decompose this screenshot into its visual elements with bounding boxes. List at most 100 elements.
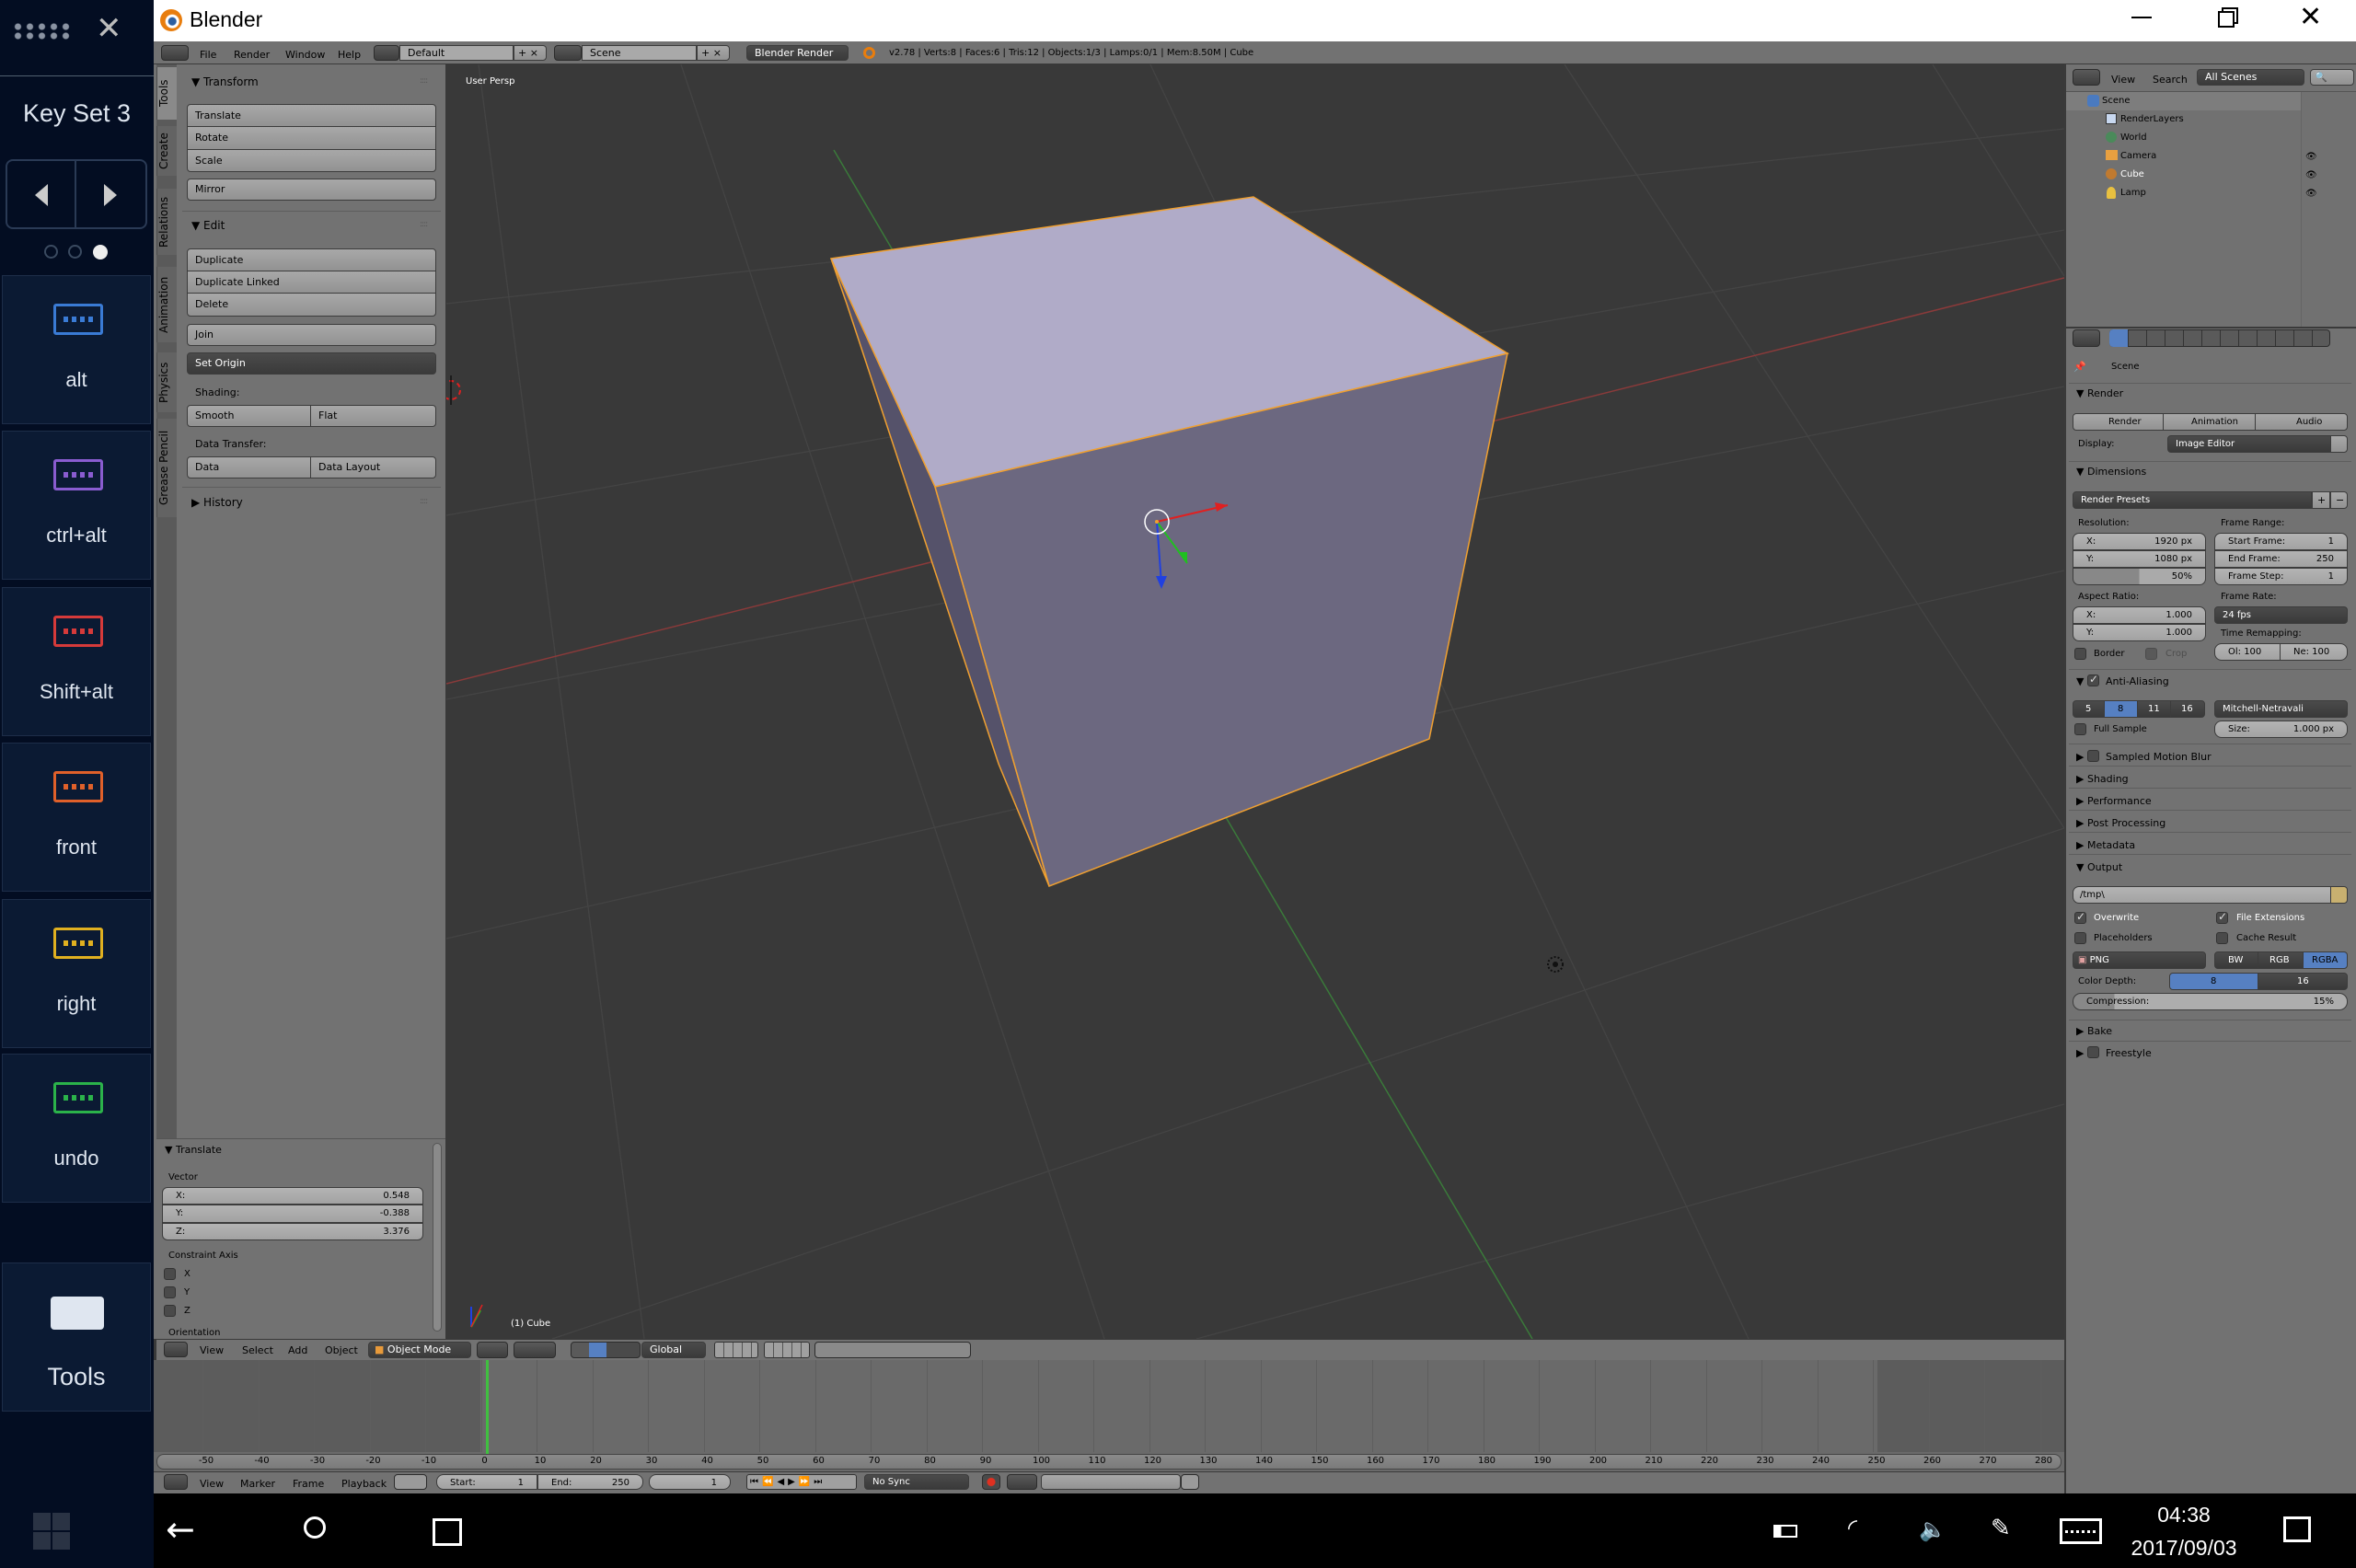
key-undo[interactable]: undo [2,1054,151,1203]
aa-filter-select[interactable]: Mitchell-Netravali [2214,700,2348,718]
battery-icon[interactable] [1773,1525,1797,1538]
output-panel-header[interactable]: ▼ Output [2076,861,2122,873]
color-mode-bw[interactable]: BW [2214,951,2258,969]
current-frame-field[interactable]: 1 [649,1474,731,1490]
file-extensions-checkbox[interactable] [2216,910,2228,924]
clock-date[interactable]: 2017/09/03 [2119,1536,2248,1561]
data-button[interactable]: Data [187,456,311,478]
audio-button[interactable]: Audio [2255,413,2348,431]
resolution-x-field[interactable]: X: 1920 px [2073,533,2206,550]
volume-icon[interactable]: 🔈 [1919,1516,1946,1542]
tab-grease-pencil[interactable]: Grease Pencil [156,419,177,517]
tab-create[interactable]: Create [156,126,177,176]
file-format-select[interactable]: ▣ PNG [2073,951,2206,969]
outliner-item-world[interactable]: World [2120,133,2147,143]
end-frame-field[interactable]: End: 250 [537,1474,643,1490]
frame-rate-select[interactable]: 24 fps [2214,606,2348,624]
color-mode-rgb[interactable]: RGB [2258,951,2304,969]
layout-icon[interactable] [374,45,399,61]
resolution-percentage-slider[interactable]: 50% [2073,568,2206,585]
vector-x-field[interactable]: X: 0.548 [162,1187,423,1205]
mirror-button[interactable]: Mirror [187,179,436,201]
data-layout-button[interactable]: Data Layout [310,456,436,478]
menu-view[interactable]: View [2111,74,2135,86]
tab-animation[interactable]: Animation [156,267,177,342]
record-button[interactable] [982,1474,1000,1490]
overwrite-checkbox[interactable] [2074,910,2086,924]
translate-panel-header[interactable]: ▼ Translate [165,1144,222,1156]
pivot-point-select[interactable] [514,1342,556,1358]
vector-y-field[interactable]: Y: -0.388 [162,1205,423,1223]
drag-grip-icon[interactable]: :::: [420,76,428,86]
menu-file[interactable]: File [200,49,216,61]
duplicate-linked-button[interactable]: Duplicate Linked [187,271,436,294]
key-alt[interactable]: alt [2,275,151,424]
layer-buttons[interactable] [714,1342,758,1358]
duplicate-button[interactable]: Duplicate [187,248,436,271]
motion-blur-panel-header[interactable]: ▶ [2076,751,2084,763]
color-mode-rgba[interactable]: RGBA [2303,951,2348,969]
layout-field[interactable]: Default [399,45,514,61]
animation-button[interactable]: Animation [2163,413,2256,431]
layout-add-remove[interactable]: + × [514,45,547,61]
color-depth-16[interactable]: 16 [2258,973,2348,990]
menu-help[interactable]: Help [338,49,361,61]
smooth-button[interactable]: Smooth [187,405,311,427]
manipulator-toggles[interactable] [571,1342,641,1358]
tab-relations[interactable]: Relations [156,189,177,255]
orientation-select[interactable]: Global [641,1342,706,1358]
border-checkbox[interactable] [2074,648,2086,660]
pen-icon[interactable]: ✎ [1991,1515,2011,1542]
playback-controls[interactable]: ⏮⏪◀▶⏩⏭ [746,1474,857,1490]
render-engine-select[interactable]: Blender Render [746,45,849,61]
drag-grip-icon[interactable]: :::: [420,497,428,506]
prev-set-button[interactable] [6,159,76,229]
3d-cursor-icon[interactable] [446,375,461,405]
cache-result-checkbox[interactable] [2216,932,2228,944]
start-frame-field[interactable]: Start: 1 [436,1474,537,1490]
next-set-button[interactable] [76,159,147,229]
restore-icon[interactable] [2218,11,2235,28]
editor-type-timeline-icon[interactable] [164,1474,188,1490]
rotate-button[interactable]: Rotate [187,126,436,150]
render-presets-select[interactable]: Render Presets [2073,491,2312,509]
pin-icon[interactable]: 📌 [2073,362,2086,372]
frame-step-field[interactable]: Frame Step: 1 [2214,568,2348,585]
menu-frame[interactable]: Frame [293,1478,324,1490]
scene-field[interactable]: Scene [582,45,697,61]
constraint-y-checkbox[interactable] [164,1286,176,1298]
freestyle-panel-header[interactable]: ▶ [2076,1047,2084,1059]
scene-icon[interactable] [554,45,582,61]
output-path-field[interactable]: /tmp\ [2073,886,2331,904]
viewport-3d[interactable] [446,64,2064,1339]
editor-type-properties-icon[interactable] [2073,329,2100,347]
delete-button[interactable]: Delete [187,293,436,317]
visibility-eye-icon[interactable]: 👁 [2305,171,2317,180]
outliner-item-lamp[interactable]: Lamp [2120,189,2146,198]
time-remap-old-field[interactable]: Ol: 100 [2214,643,2281,661]
shading-panel-header[interactable]: ▶ Shading [2076,773,2129,785]
edit-panel-header[interactable]: ▼ Edit [191,219,225,232]
close-icon[interactable]: ✕ [2299,4,2322,31]
visibility-eye-icon[interactable]: 👁 [2305,190,2317,199]
drag-handle-icon[interactable] [12,22,71,40]
sync-mode-select[interactable]: No Sync [864,1474,969,1490]
mode-select[interactable]: ■ Object Mode [368,1342,471,1358]
keying-set-field[interactable] [1041,1474,1181,1490]
end-frame-field[interactable]: End Frame: 250 [2214,550,2348,568]
menu-search[interactable]: Search [2153,74,2188,86]
resolution-y-field[interactable]: Y: 1080 px [2073,550,2206,568]
keying-select[interactable] [1007,1474,1037,1490]
constraint-z-checkbox[interactable] [164,1305,176,1317]
outliner-item-renderlayers[interactable]: RenderLayers [2120,115,2184,124]
tab-tools[interactable]: Tools [156,67,177,120]
aa-samples-5[interactable]: 5 [2073,700,2105,718]
outliner-item-scene[interactable]: Scene [2102,97,2131,106]
menu-view[interactable]: View [200,1344,224,1356]
task-view-icon[interactable] [433,1518,462,1546]
metadata-panel-header[interactable]: ▶ Metadata [2076,839,2135,851]
preset-add-button[interactable]: + [2312,491,2330,509]
full-sample-checkbox[interactable] [2074,723,2086,735]
aa-samples-8[interactable]: 8 [2104,700,2138,718]
post-processing-panel-header[interactable]: ▶ Post Processing [2076,817,2165,829]
